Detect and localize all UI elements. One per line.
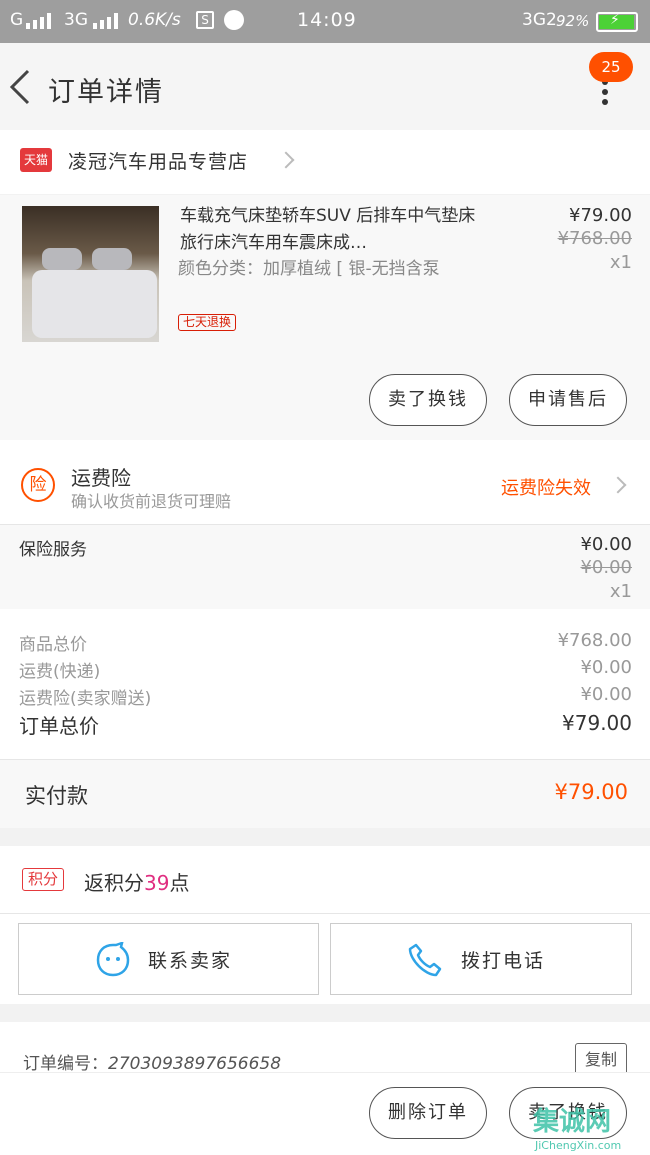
order-total-value: ¥79.00 [562, 711, 632, 735]
service-price: ¥0.00 [580, 534, 632, 555]
sell-button[interactable]: 卖了换钱 [369, 374, 487, 426]
shop-name[interactable]: 凌冠汽车用品专营店 [68, 147, 248, 174]
order-number-row: 订单编号：2703093897656658 [23, 1049, 281, 1074]
tmall-logo: 天猫 [20, 148, 52, 172]
signal-icon [26, 13, 51, 29]
insurance-fee-value: ¥0.00 [580, 684, 632, 705]
insurance-fee-label: 运费险(卖家赠送) [19, 689, 152, 709]
contact-seller-button[interactable]: 联系卖家 [18, 923, 319, 995]
status-bar: G 3G 0.6K/s S 14:09 3G2 92% ⚡ [0, 0, 650, 43]
carrier-label: G [10, 10, 24, 30]
app-notification-icon [224, 10, 244, 30]
after-sale-button[interactable]: 申请售后 [509, 374, 627, 426]
shipping-label: 运费(快递) [19, 662, 101, 682]
points-count: 39 [144, 871, 170, 895]
points-text: 返积分39点 [84, 867, 189, 896]
insurance-subtitle: 确认收货前退货可理赔 [71, 492, 232, 511]
app-header: 订单详情 25 [0, 43, 650, 130]
page-title: 订单详情 [48, 77, 164, 108]
site-watermark: 集诚网 JiChengXin.com [533, 1098, 650, 1155]
shipping-value: ¥0.00 [580, 657, 632, 678]
phone-icon [408, 943, 442, 977]
points-tag: 积分 [22, 868, 64, 891]
battery-percent: 92% [556, 12, 590, 30]
back-arrow-icon[interactable] [8, 69, 38, 105]
more-menu-icon[interactable] [602, 79, 610, 107]
contact-seller-label: 联系卖家 [148, 950, 233, 972]
chat-bubble-icon [96, 942, 130, 977]
service-row [0, 525, 650, 609]
clock: 14:09 [297, 9, 357, 31]
battery-icon: ⚡ [596, 12, 638, 32]
product-qty: x1 [609, 252, 632, 273]
network-type: 3G2 [522, 10, 557, 30]
product-original-price: ¥768.00 [557, 228, 632, 249]
order-total-label: 订单总价 [19, 714, 99, 738]
points-prefix: 返积分 [84, 871, 144, 895]
product-name[interactable]: 车载充气床垫轿车SUV 后排车中气垫床旅行床汽车用车震床成… [180, 203, 480, 257]
order-number: 2703093897656658 [108, 1054, 282, 1074]
service-label: 保险服务 [19, 540, 87, 560]
product-price: ¥79.00 [569, 205, 632, 226]
points-suffix: 点 [169, 871, 190, 895]
insurance-title: 运费险 [71, 466, 131, 490]
delete-order-button[interactable]: 删除订单 [369, 1087, 487, 1139]
product-image[interactable] [22, 206, 159, 342]
watermark-url: JiChengXin.com [535, 1139, 622, 1152]
call-phone-label: 拨打电话 [461, 950, 546, 972]
insurance-status: 运费险失效 [501, 478, 591, 499]
watermark-logo: 集诚网 [533, 1107, 612, 1137]
call-phone-button[interactable]: 拨打电话 [330, 923, 632, 995]
message-badge: 25 [589, 52, 633, 82]
paid-amount: ¥79.00 [554, 780, 628, 804]
service-qty: x1 [609, 581, 632, 602]
order-number-label: 订单编号： [23, 1054, 108, 1074]
service-original-price: ¥0.00 [580, 557, 632, 578]
insurance-icon: 险 [21, 468, 55, 502]
speed-label: 0.6K/s [128, 10, 181, 30]
network-label: 3G [64, 10, 88, 30]
goods-total-label: 商品总价 [19, 635, 87, 655]
paid-label: 实付款 [25, 784, 88, 808]
s-app-icon: S [196, 11, 214, 29]
return-policy-tag: 七天退换 [178, 314, 237, 331]
signal-icon-2 [93, 13, 118, 29]
goods-total-value: ¥768.00 [557, 630, 632, 651]
product-spec: 颜色分类：加厚植绒 [ 银-无挡含泵 [178, 259, 440, 279]
paid-row [0, 760, 650, 828]
